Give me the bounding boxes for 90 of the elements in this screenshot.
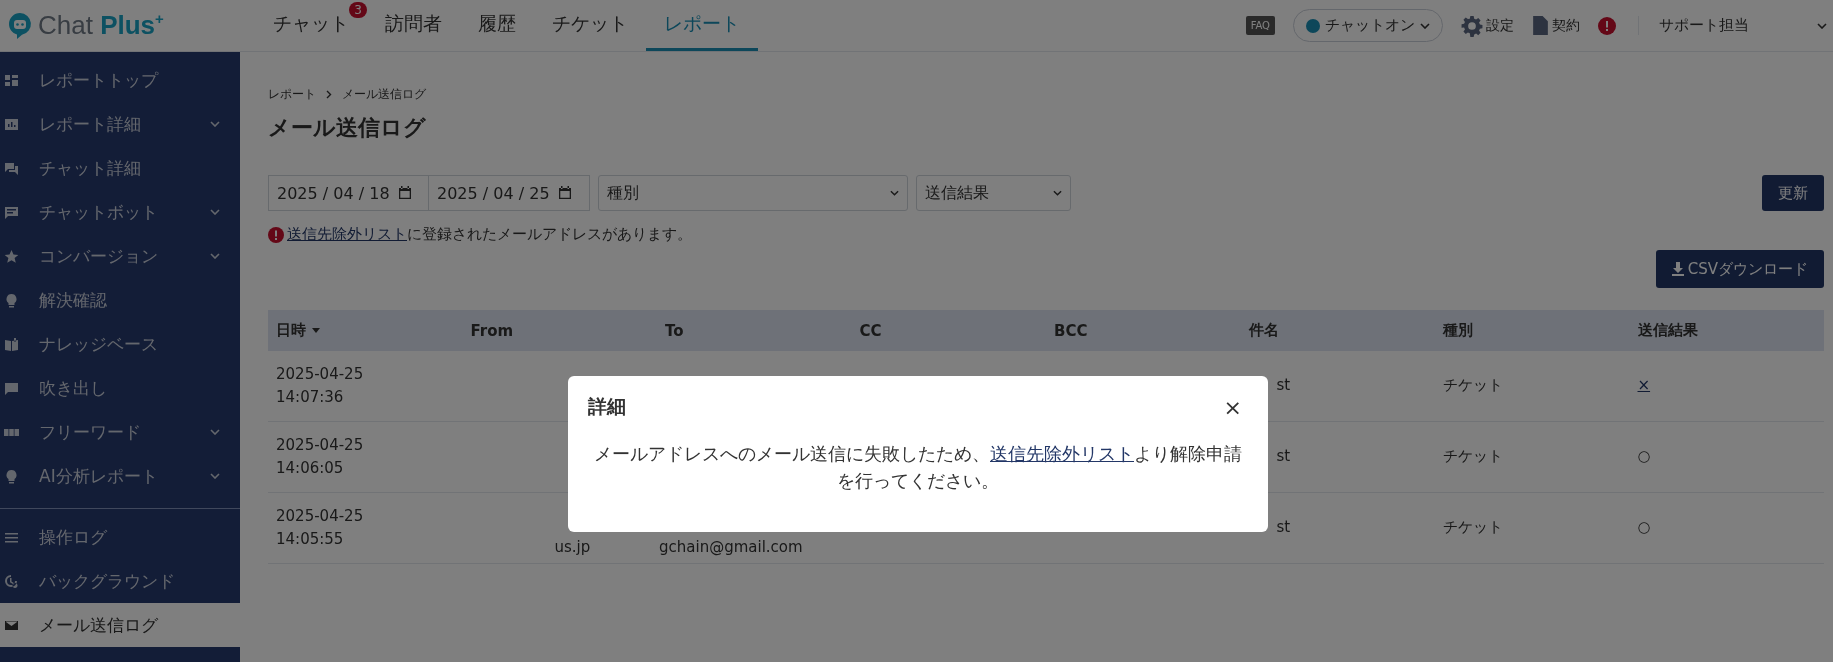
app-logo[interactable]: Chat Plus$^{+}$ [38, 10, 164, 41]
user-menu[interactable]: サポート担当 [1638, 16, 1779, 35]
sidebar-item[interactable]: コンバージョン [0, 234, 240, 278]
sidebar-item[interactable]: レポート詳細 [0, 102, 240, 146]
star-icon [4, 248, 19, 264]
nav-tab[interactable]: レポート [646, 0, 758, 51]
alert-icon[interactable] [1598, 16, 1616, 35]
sidebar-item[interactable]: フリーワード [0, 410, 240, 454]
book-icon [4, 336, 19, 352]
bulb-icon [4, 468, 19, 484]
sidebar-item[interactable]: メール送信ログ [0, 603, 240, 647]
date-time-cell: 2025-04-25 14:07:36 [276, 364, 364, 406]
sidebar-item[interactable]: AI分析レポート [0, 454, 240, 498]
exclusion-list-link[interactable]: 送信先除外リスト [287, 225, 407, 243]
warning-message: 送信先除外リスト に登録されたメールアドレスがあります。 [287, 225, 692, 244]
chevron-down-icon [210, 429, 220, 435]
table-cell: チケット [1443, 447, 1503, 466]
chat-bubbles-icon [4, 160, 19, 176]
notification-badge: 3 [349, 2, 367, 18]
download-icon [1671, 262, 1684, 276]
document-icon[interactable] [1532, 15, 1549, 36]
sidebar-item[interactable]: チャットボット [0, 190, 240, 234]
sidebar-item[interactable]: 吹き出し [0, 366, 240, 410]
csv-download-button[interactable]: CSVダウンロード [1655, 250, 1824, 288]
sidebar-item[interactable]: ナレッジベース [0, 322, 240, 366]
dialog-message: メールアドレスへのメール送信に失敗したため、送信先除外リスト より解除申請を行ってください。 [593, 442, 1243, 493]
dialog-title: 詳細 [588, 394, 626, 419]
status-dropdown[interactable]: チャットオン [1293, 9, 1443, 42]
success-result: ○ [1637, 518, 1651, 537]
chevron-down-icon [210, 253, 220, 259]
breadcrumb-link[interactable]: メール送信ログ [342, 86, 426, 103]
refresh-button[interactable]: 更新 [1762, 175, 1824, 211]
nav-tab[interactable]: チケット [534, 0, 646, 51]
chevron-down-icon [210, 121, 220, 127]
exclusion-list-link[interactable]: 送信先除外リスト [990, 443, 1134, 464]
chevron-down-icon [210, 473, 220, 479]
column-header: BCC [1054, 321, 1088, 340]
chevron-down-icon[interactable] [1817, 22, 1827, 29]
chevron-down-icon [1420, 22, 1430, 29]
date-time-cell: 2025-04-25 14:05:55 [276, 506, 364, 548]
sidebar-item[interactable]: 操作ログ [0, 515, 240, 559]
date-time-cell: 2025-04-25 14:06:05 [276, 435, 364, 477]
table-cell: st [1276, 447, 1291, 466]
bulb-icon [4, 292, 19, 308]
table-cell: gchain@gmail.com [659, 537, 803, 556]
column-header: 送信結果 [1637, 321, 1698, 340]
table-cell: us.jp [554, 537, 591, 556]
chevron-down-icon [890, 190, 899, 196]
sidebar-item[interactable]: チャット詳細 [0, 146, 240, 190]
result-select[interactable]: 送信結果 [916, 175, 1071, 211]
contract-link[interactable]: 契約 [1552, 16, 1580, 35]
message-icon [4, 204, 19, 220]
grid-icon [4, 72, 19, 88]
column-header[interactable]: 日時 [276, 321, 320, 340]
abc-icon [4, 428, 19, 436]
failed-result-link[interactable]: × [1637, 376, 1651, 395]
chevron-down-icon [210, 209, 220, 215]
speech-bubble-icon [4, 380, 19, 396]
table-cell: チケット [1443, 376, 1503, 395]
settings-link[interactable]: 設定 [1486, 16, 1514, 35]
date-field[interactable]: 2025 / 04 / 25 [429, 175, 590, 211]
column-header: From [470, 321, 514, 340]
column-header: 件名 [1248, 321, 1279, 340]
sidebar-item[interactable]: レポートトップ [0, 58, 240, 102]
success-result: ○ [1637, 447, 1651, 466]
date-field[interactable]: 2025 / 04 / 18 [268, 175, 429, 211]
column-header: CC [859, 321, 882, 340]
chat-logo-icon [8, 11, 32, 40]
column-header: 種別 [1443, 321, 1473, 340]
nav-tab[interactable]: 履歴 [460, 0, 534, 51]
nav-tab[interactable]: 訪問者 [367, 0, 460, 51]
calendar-icon [397, 186, 412, 200]
warning-icon [268, 226, 284, 243]
chevron-down-icon [1053, 190, 1062, 196]
sidebar-item[interactable]: 解決確認 [0, 278, 240, 322]
sidebar-item[interactable]: バックグラウンド [0, 559, 240, 603]
settings-icon[interactable] [1461, 14, 1483, 37]
page-title: メール送信ログ [268, 114, 427, 142]
close-button[interactable]: × [1217, 394, 1248, 420]
table-cell: st [1276, 518, 1291, 537]
chart-icon [4, 116, 19, 132]
type-select[interactable]: 種別 [598, 175, 908, 211]
table-cell: チケット [1443, 518, 1503, 537]
faq-button[interactable]: FAQ [1245, 16, 1275, 35]
breadcrumb-link[interactable]: レポート [268, 86, 316, 103]
calendar-icon [557, 186, 572, 200]
sort-caret-icon[interactable] [312, 328, 320, 333]
table-cell: st [1276, 376, 1291, 395]
column-header: To [665, 321, 684, 340]
history-gear-icon [4, 573, 19, 589]
